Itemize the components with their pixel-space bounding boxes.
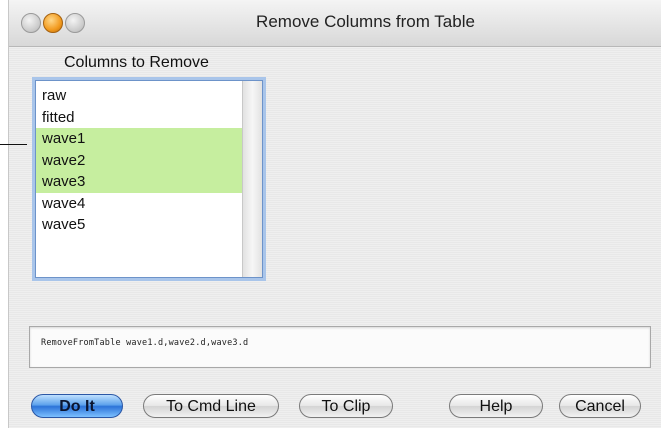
list-scrollbar[interactable] — [242, 81, 262, 277]
help-button[interactable]: Help — [449, 394, 543, 418]
list-item[interactable]: wave2 — [36, 149, 242, 171]
list-item[interactable]: raw — [36, 85, 242, 107]
window-title: Remove Columns from Table — [256, 12, 475, 31]
to-cmd-line-button[interactable]: To Cmd Line — [143, 394, 279, 418]
list-item[interactable]: wave1 — [36, 128, 242, 150]
list-item[interactable]: wave5 — [36, 214, 242, 236]
list-item[interactable]: wave4 — [36, 193, 242, 215]
cancel-button[interactable]: Cancel — [559, 394, 641, 418]
pointer-line — [0, 144, 27, 145]
command-text: RemoveFromTable wave1.d,wave2.d,wave3.d — [41, 338, 249, 348]
title-bar[interactable]: Remove Columns from Table — [9, 0, 661, 47]
list-item[interactable]: wave3 — [36, 171, 242, 193]
do-it-button[interactable]: Do It — [31, 394, 123, 418]
columns-listbox[interactable]: raw fitted wave1 wave2 wave3 wave4 wave5 — [35, 80, 263, 278]
list-label: Columns to Remove — [64, 54, 209, 71]
command-preview-field: RemoveFromTable wave1.d,wave2.d,wave3.d — [29, 326, 651, 368]
to-clip-button[interactable]: To Clip — [299, 394, 393, 418]
dialog-window: Remove Columns from Table Columns to Rem… — [8, 0, 661, 428]
list-item[interactable]: fitted — [36, 107, 242, 129]
